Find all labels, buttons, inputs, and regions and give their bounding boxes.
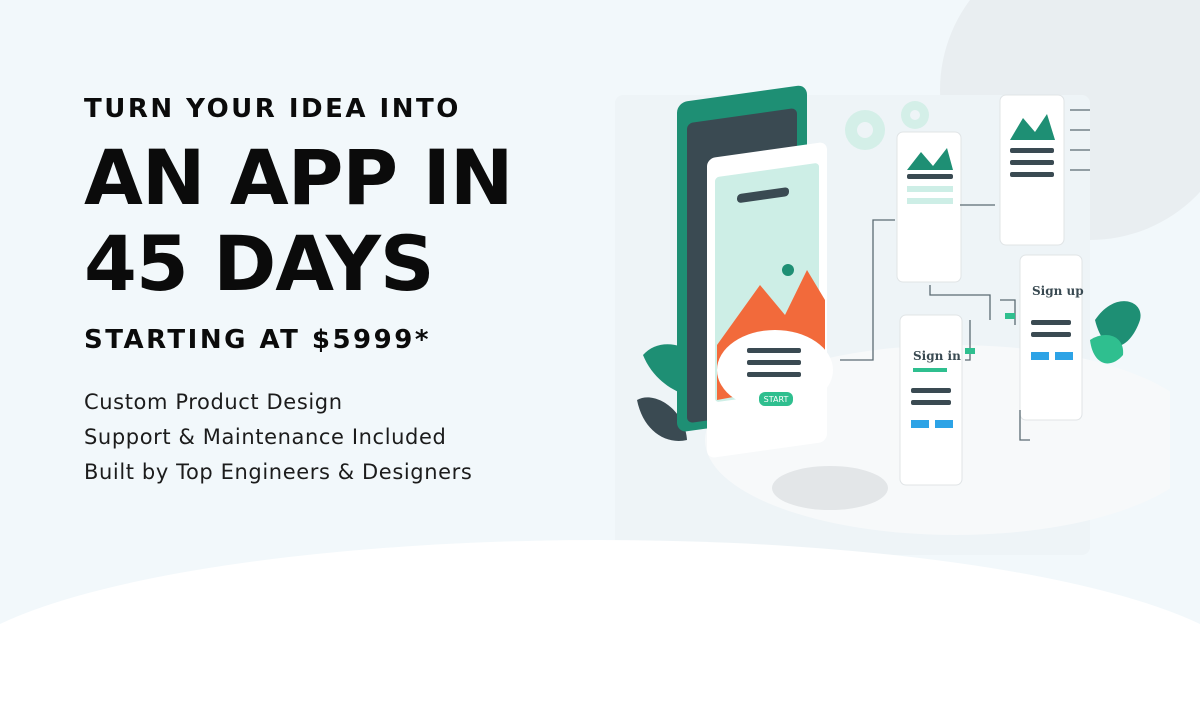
floor-oval [772, 466, 888, 510]
headline: AN APP IN 45 DAYS [84, 135, 624, 307]
signin-title: Sign in [913, 349, 961, 363]
app-illustration: START Sign in Sign up [637, 85, 1170, 535]
feature-item: Support & Maintenance Included [84, 425, 447, 450]
hero-copy: TURN YOUR IDEA INTO AN APP IN 45 DAYS ST… [84, 94, 624, 490]
start-button-label: START [764, 395, 789, 404]
feature-list: Custom Product Design Support & Maintena… [84, 385, 624, 490]
feature-item: Built by Top Engineers & Designers [84, 460, 473, 485]
phone-screen-signin: Sign in [899, 314, 963, 486]
headline-line-1: AN APP IN [84, 133, 513, 223]
signup-title: Sign up [1032, 284, 1084, 298]
phone-screen-gallery-2 [999, 94, 1065, 246]
cloud-shape [0, 540, 1200, 720]
headline-line-2: 45 DAYS [84, 219, 435, 309]
price-line: STARTING AT $5999* [84, 325, 431, 356]
main-phone: START [677, 85, 833, 458]
connector-node [1005, 313, 1015, 319]
phone-screen-signup: Sign up [1019, 254, 1084, 421]
feature-item: Custom Product Design [84, 390, 343, 415]
pre-headline: TURN YOUR IDEA INTO [84, 94, 461, 124]
connector-node [965, 348, 975, 354]
phone-screen-gallery [896, 131, 962, 283]
